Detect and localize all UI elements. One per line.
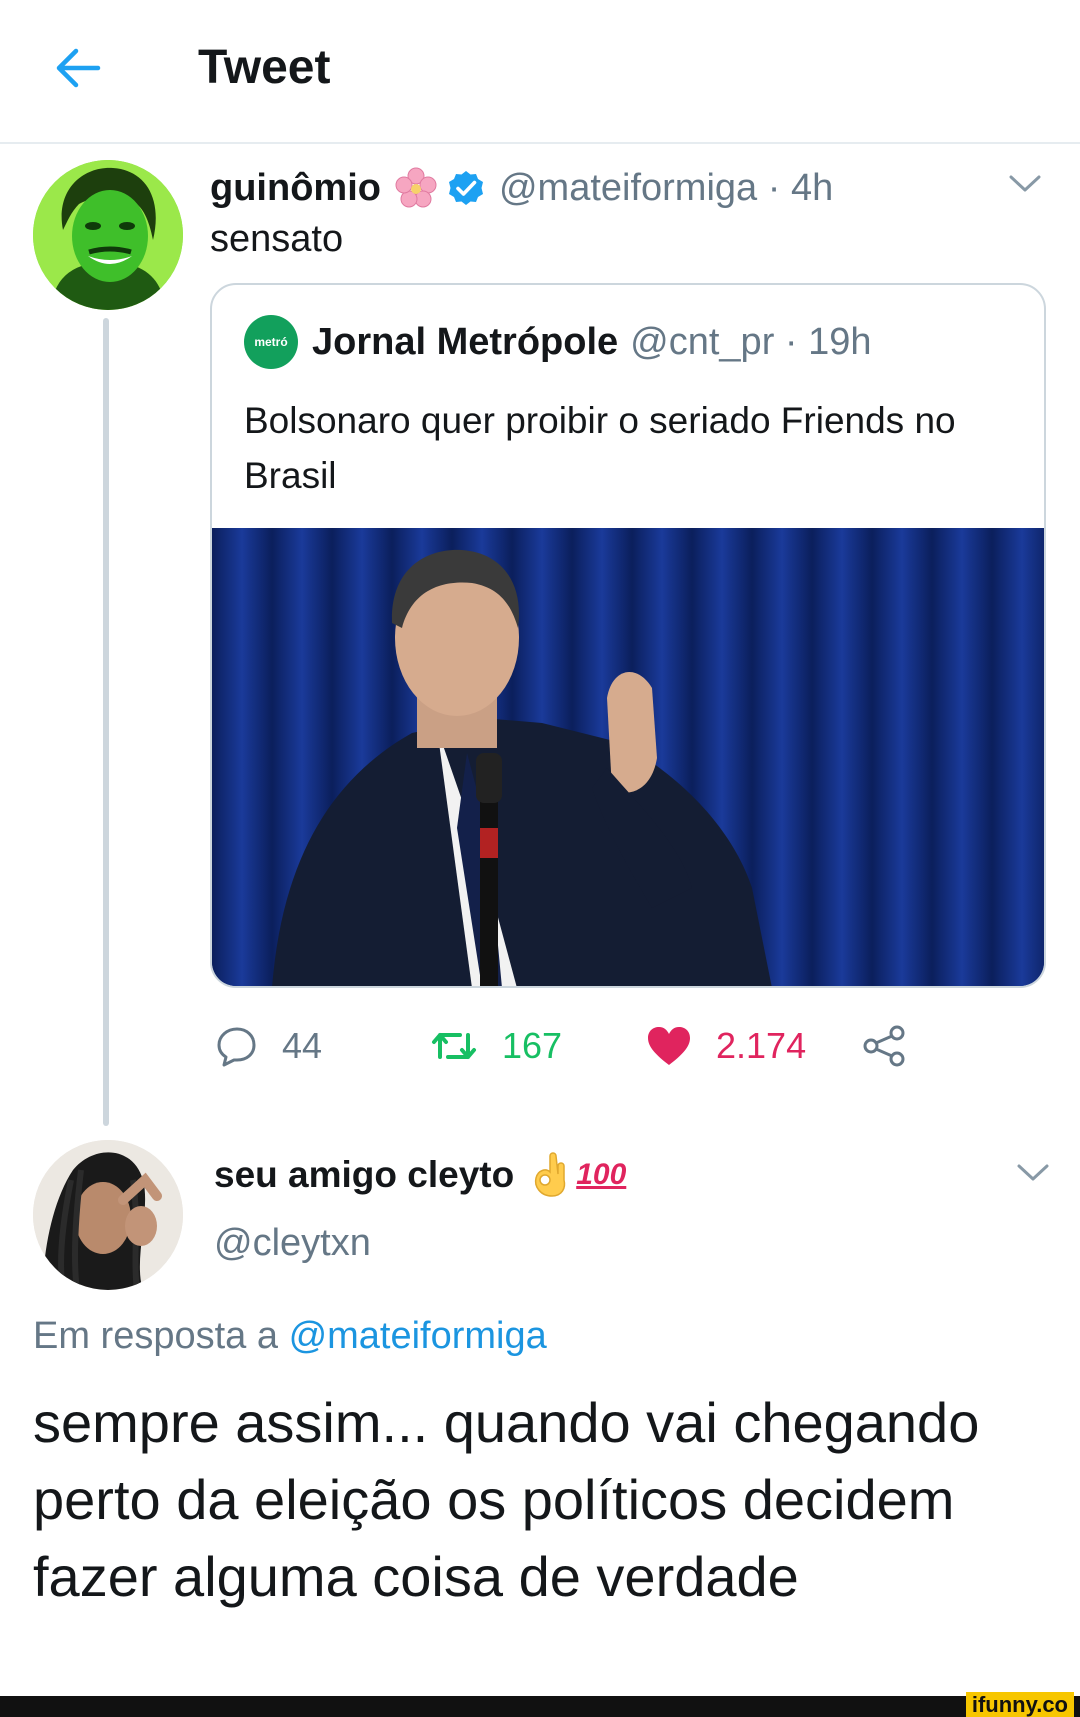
quoted-tweet-photo[interactable] [212,528,1044,988]
chevron-down-icon[interactable] [1008,174,1042,194]
reply-to-link[interactable]: @mateiformiga [289,1315,547,1357]
heart-icon [648,1027,690,1065]
avatar-image [33,160,183,310]
tweet-actions: 44 167 2.174 [210,1018,970,1074]
hundred-points-emoji: 100 [576,1158,627,1191]
footer-bar [0,1696,1080,1717]
retweet-action[interactable]: 167 [430,1018,562,1074]
timestamp[interactable]: 4h [791,167,833,210]
reply-avatar-image [33,1140,183,1290]
retweet-count: 167 [502,1025,563,1066]
quoted-tweet-header: metró Jornal Metrópole @cnt_pr · 19h [244,315,872,369]
share-icon [863,1025,905,1067]
handle[interactable]: @mateiformiga [499,167,757,210]
reply-header: seu amigo cleyto 100 [214,1150,626,1200]
separator: · [757,166,791,209]
share-action[interactable] [862,1018,930,1074]
reply-icon [217,1027,256,1067]
reply-handle[interactable]: @cleytxn [214,1222,371,1265]
quoted-timestamp: 19h [808,320,872,363]
quoted-display-name: Jornal Metrópole [312,320,619,363]
reply-display-name[interactable]: seu amigo cleyto [214,1154,514,1196]
quoted-handle: @cnt_pr [630,320,775,363]
like-count: 2.174 [716,1025,807,1066]
retweet-icon [432,1033,476,1059]
like-action[interactable]: 2.174 [646,1018,806,1074]
page-title: Tweet [198,41,331,94]
ok-hand-emoji-icon [535,1152,566,1197]
quoted-tweet[interactable]: metró Jornal Metrópole @cnt_pr · 19h Bol… [210,283,1046,988]
reply-context: Em resposta a @mateiformiga [33,1315,547,1358]
top-bar: Tweet [0,0,1080,144]
reply-text: sempre assim... quando vai chegando pert… [33,1391,980,1608]
tweet-header: guinômio @mateiformiga · 4h [210,163,833,213]
quoted-separator: · [774,320,809,363]
thread-line [103,318,109,1126]
avatar[interactable] [33,160,183,310]
ifunny-watermark: ifunny.co [965,1692,1074,1717]
quoted-avatar: metró [244,315,298,369]
back-arrow-icon[interactable] [52,42,104,94]
display-name[interactable]: guinômio [210,167,381,210]
quoted-tweet-text: Bolsonaro quer proibir o seriado Friends… [244,400,956,496]
reply-count: 44 [282,1025,323,1066]
verified-badge-icon [448,171,483,205]
tweet-text: sensato [210,218,344,260]
reply-prefix: Em resposta a [33,1315,289,1357]
reply-avatar[interactable] [33,1140,183,1290]
flower-emoji-icon [395,167,437,208]
reply-action[interactable]: 44 [216,1018,322,1074]
reply-chevron-down-icon[interactable] [1016,1163,1050,1183]
